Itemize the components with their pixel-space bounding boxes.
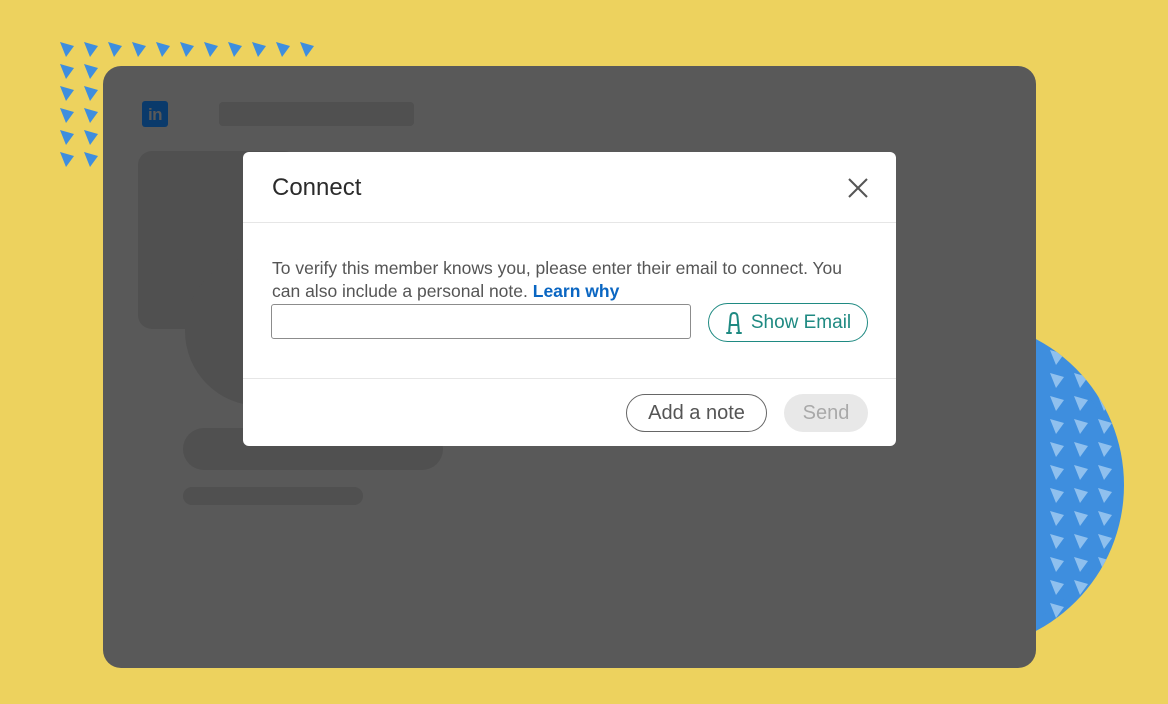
decorative-triangle: [1098, 350, 1112, 365]
decorative-triangle: [60, 42, 74, 57]
decorative-triangle: [1098, 603, 1112, 618]
decorative-triangle: [1098, 511, 1112, 526]
decorative-triangle: [132, 42, 146, 57]
decorative-triangle: [276, 42, 290, 57]
dialog-footer: Add a note Send: [243, 378, 896, 446]
decorative-triangle: [1074, 419, 1088, 434]
decorative-triangle: [60, 108, 74, 123]
dialog-header: Connect: [243, 152, 896, 223]
show-email-label: Show Email: [750, 311, 852, 333]
decorative-triangle: [1050, 350, 1064, 365]
decorative-triangle: [1074, 373, 1088, 388]
close-icon: [848, 178, 868, 198]
decorative-triangle: [1074, 603, 1088, 618]
decorative-triangle: [1050, 626, 1064, 641]
connect-dialog: Connect To verify this member knows you,…: [243, 152, 896, 446]
decorative-triangle: [1098, 488, 1112, 503]
decorative-triangle: [1074, 442, 1088, 457]
decorative-triangle: [252, 42, 266, 57]
decorative-triangle: [60, 64, 74, 79]
decorative-triangle: [1074, 465, 1088, 480]
decorative-triangle: [1098, 396, 1112, 411]
decorative-triangle: [1050, 396, 1064, 411]
decorative-triangle: [1074, 580, 1088, 595]
decorative-triangle: [1050, 465, 1064, 480]
decorative-triangle: [1098, 626, 1112, 641]
decorative-triangle: [156, 42, 170, 57]
add-note-button[interactable]: Add a note: [626, 394, 767, 432]
extension-icon: [725, 311, 742, 334]
close-button[interactable]: [845, 175, 871, 201]
decorative-triangle: [1098, 557, 1112, 572]
decorative-triangle: [84, 130, 98, 145]
placeholder-search-bar: [219, 102, 414, 126]
decorative-triangle: [180, 42, 194, 57]
decorative-triangle: [228, 42, 242, 57]
decorative-triangle: [1050, 419, 1064, 434]
decorative-triangle: [1050, 488, 1064, 503]
decorative-triangle: [1098, 373, 1112, 388]
decorative-triangle: [204, 42, 218, 57]
decorative-triangle: [1050, 534, 1064, 549]
decorative-triangle: [60, 86, 74, 101]
decorative-triangle: [1098, 465, 1112, 480]
decorative-triangle: [108, 42, 122, 57]
decorative-triangle: [1050, 373, 1064, 388]
decorative-triangle: [1074, 511, 1088, 526]
decorative-triangle: [1074, 534, 1088, 549]
decorative-triangle: [84, 64, 98, 79]
decorative-triangle: [84, 42, 98, 57]
decorative-triangle: [1050, 511, 1064, 526]
decorative-triangle: [1074, 557, 1088, 572]
send-button[interactable]: Send: [784, 394, 868, 432]
decorative-triangle: [60, 152, 74, 167]
decorative-triangle: [1098, 580, 1112, 595]
show-email-button[interactable]: Show Email: [708, 303, 868, 342]
decorative-triangle: [1074, 488, 1088, 503]
decorative-triangle: [1050, 580, 1064, 595]
decorative-triangle: [84, 86, 98, 101]
decorative-triangle: [1074, 626, 1088, 641]
learn-why-link[interactable]: Learn why: [533, 281, 620, 301]
decorative-triangle: [300, 42, 314, 57]
dialog-title: Connect: [272, 174, 362, 201]
linkedin-logo: in: [142, 101, 168, 127]
decorative-triangle: [1098, 419, 1112, 434]
decorative-triangle: [1050, 603, 1064, 618]
decorative-triangle: [1050, 442, 1064, 457]
decorative-triangle: [1074, 396, 1088, 411]
decorative-triangle: [84, 152, 98, 167]
decorative-triangle: [1050, 557, 1064, 572]
decorative-triangle: [60, 130, 74, 145]
decorative-triangle: [1074, 350, 1088, 365]
dialog-description: To verify this member knows you, please …: [272, 257, 872, 303]
decorative-triangle: [1098, 534, 1112, 549]
decorative-triangle: [84, 108, 98, 123]
email-input[interactable]: [271, 304, 691, 339]
placeholder-subtitle-line: [183, 487, 363, 505]
decorative-triangle: [1098, 442, 1112, 457]
